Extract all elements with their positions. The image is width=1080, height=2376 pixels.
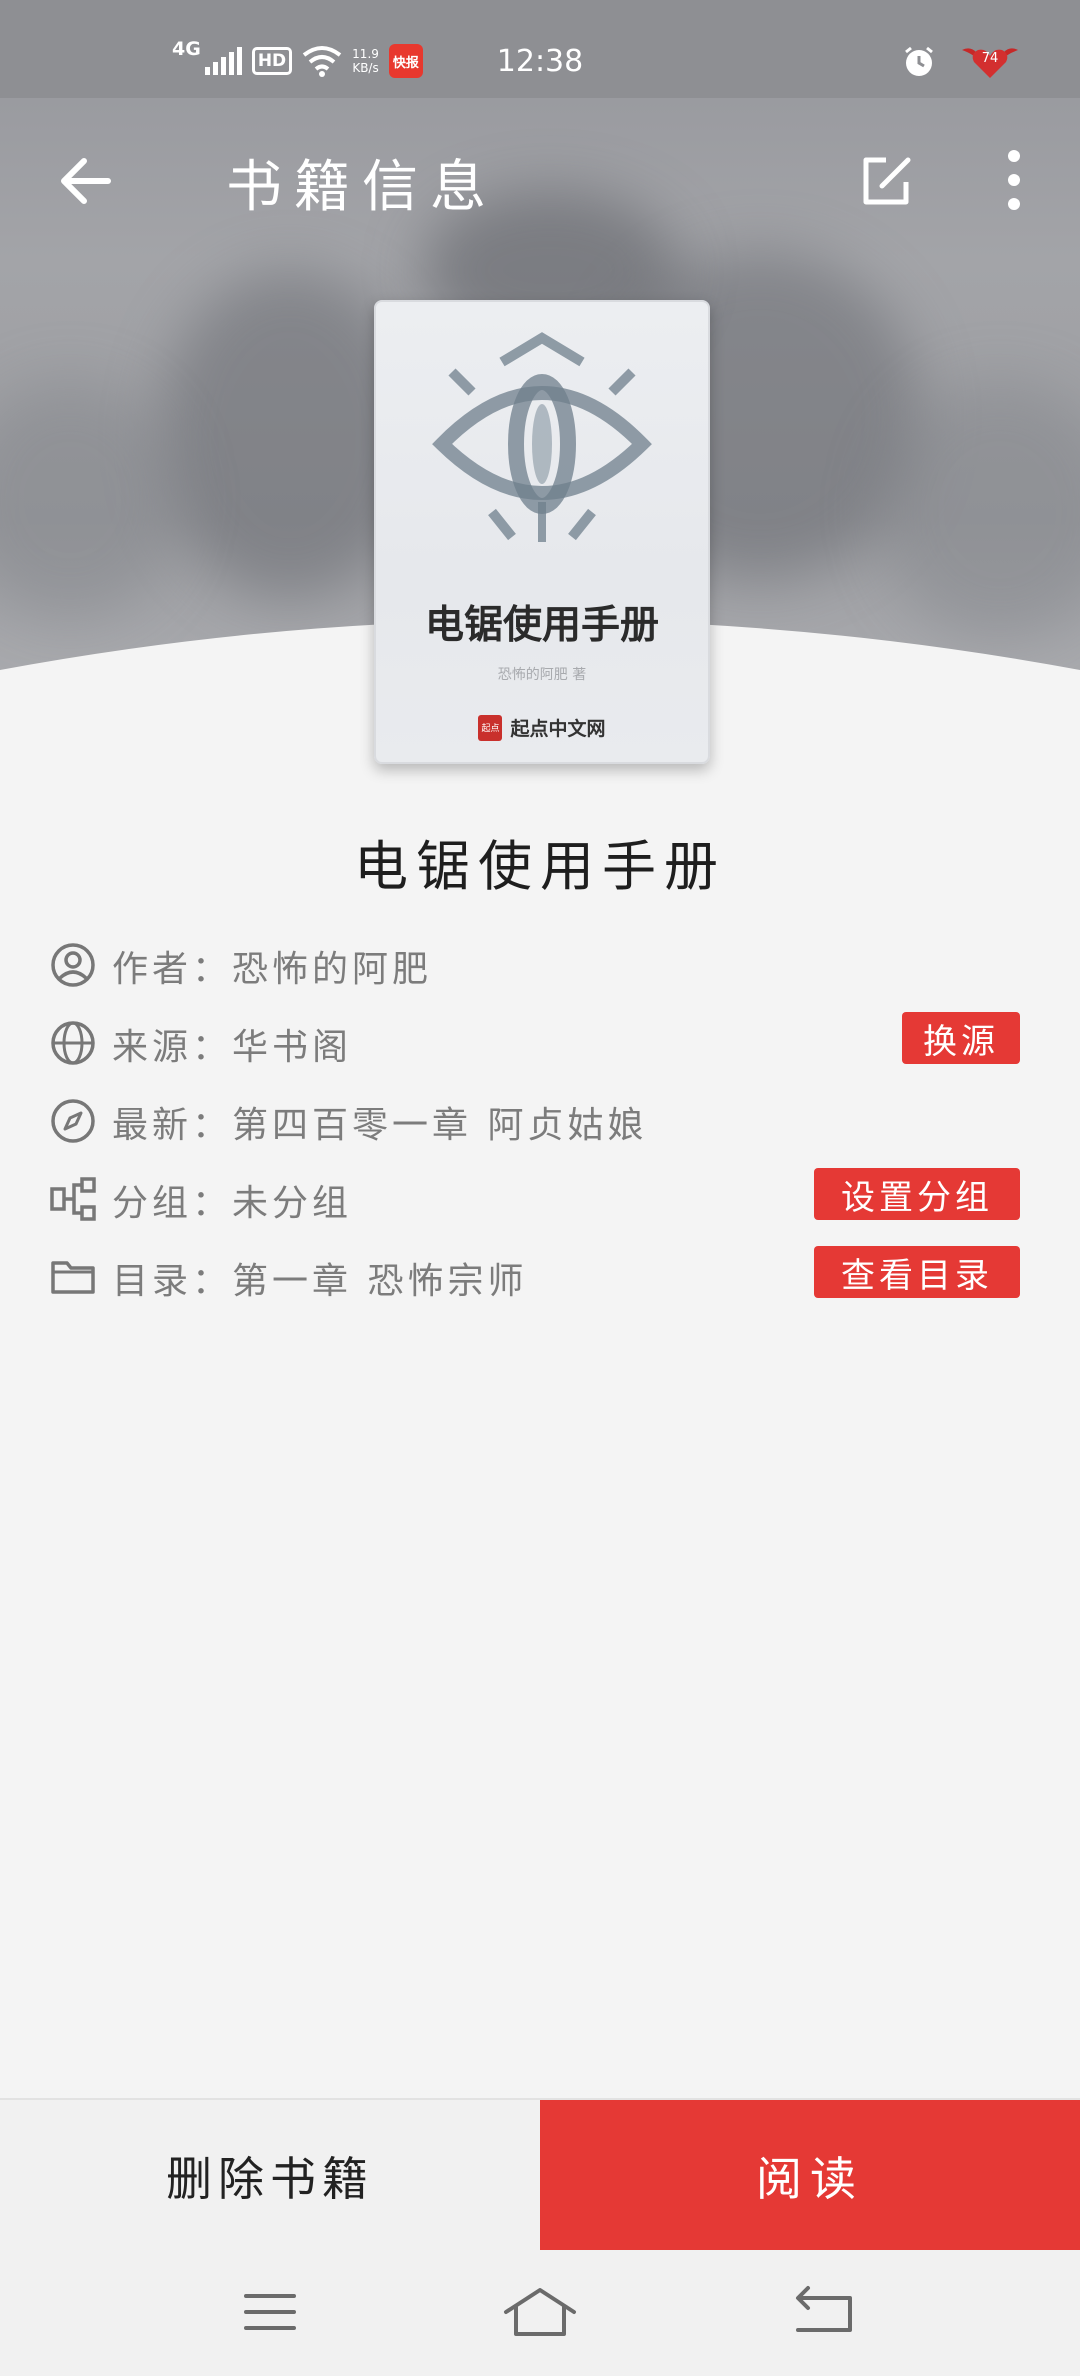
status-bar: 4G HD 11.9 KB/s 快报 12:38 74 xyxy=(0,0,1080,98)
page-title: 书籍信息 xyxy=(226,155,498,220)
back-icon[interactable] xyxy=(784,2282,864,2342)
arrow-left-icon[interactable] xyxy=(52,146,122,216)
cover-author: 恐怖的阿肥 著 xyxy=(497,667,587,683)
read-button[interactable]: 阅读 xyxy=(540,2100,1080,2252)
publisher-seal-icon: 起点 xyxy=(478,714,503,741)
bottom-action-bar: 删除书籍 阅读 xyxy=(0,2098,1080,2252)
globe-icon xyxy=(51,1021,95,1065)
info-row-group: 分组：未分组 设置分组 xyxy=(0,1168,1080,1228)
view-catalog-button[interactable]: 查看目录 xyxy=(814,1246,1020,1298)
info-row-source: 来源：华书阁 换源 xyxy=(0,1012,1080,1072)
menu-icon[interactable] xyxy=(230,2282,310,2342)
info-row-author: 作者：恐怖的阿肥 xyxy=(0,934,1080,994)
set-group-button[interactable]: 设置分组 xyxy=(814,1168,1020,1220)
author-text: 作者：恐怖的阿肥 xyxy=(112,949,433,990)
battery-heart-icon: 74 xyxy=(960,44,1020,80)
book-title: 电锯使用手册 xyxy=(354,835,726,898)
user-circle-icon xyxy=(51,943,95,987)
compass-icon xyxy=(51,1099,95,1143)
more-vertical-icon[interactable] xyxy=(994,148,1034,212)
home-icon[interactable] xyxy=(500,2282,580,2342)
folder-icon xyxy=(51,1261,95,1294)
catalog-text[interactable]: 目录：第一章 恐怖宗师 xyxy=(112,1252,527,1304)
cover-publisher: 起点 起点中文网 xyxy=(376,714,708,741)
info-row-catalog: 目录：第一章 恐怖宗师 查看目录 xyxy=(0,1246,1080,1306)
book-cover[interactable]: 电锯使用手册 恐怖的阿肥 著 起点 起点中文网 xyxy=(374,300,710,764)
group-text: 分组：未分组 xyxy=(112,1183,353,1224)
change-source-button[interactable]: 换源 xyxy=(902,1012,1020,1064)
edit-icon[interactable] xyxy=(858,154,914,210)
system-nav-bar xyxy=(0,2250,1080,2376)
info-row-latest: 最新：第四百零一章 阿贞姑娘 xyxy=(0,1090,1080,1150)
source-text: 来源：华书阁 xyxy=(112,1027,353,1068)
latest-chapter-text[interactable]: 最新：第四百零一章 阿贞姑娘 xyxy=(112,1096,647,1148)
group-icon xyxy=(50,1177,96,1221)
eye-emblem-icon xyxy=(432,332,652,542)
publisher-name: 起点中文网 xyxy=(510,718,606,740)
toolbar: 书籍信息 xyxy=(0,98,1080,268)
alarm-icon xyxy=(905,46,933,76)
book-info-screen: 4G HD 11.9 KB/s 快报 12:38 74 书籍信息 电锯使用手册 … xyxy=(0,0,1080,2376)
delete-book-button[interactable]: 删除书籍 xyxy=(0,2100,540,2252)
cover-title: 电锯使用手册 xyxy=(424,603,659,648)
